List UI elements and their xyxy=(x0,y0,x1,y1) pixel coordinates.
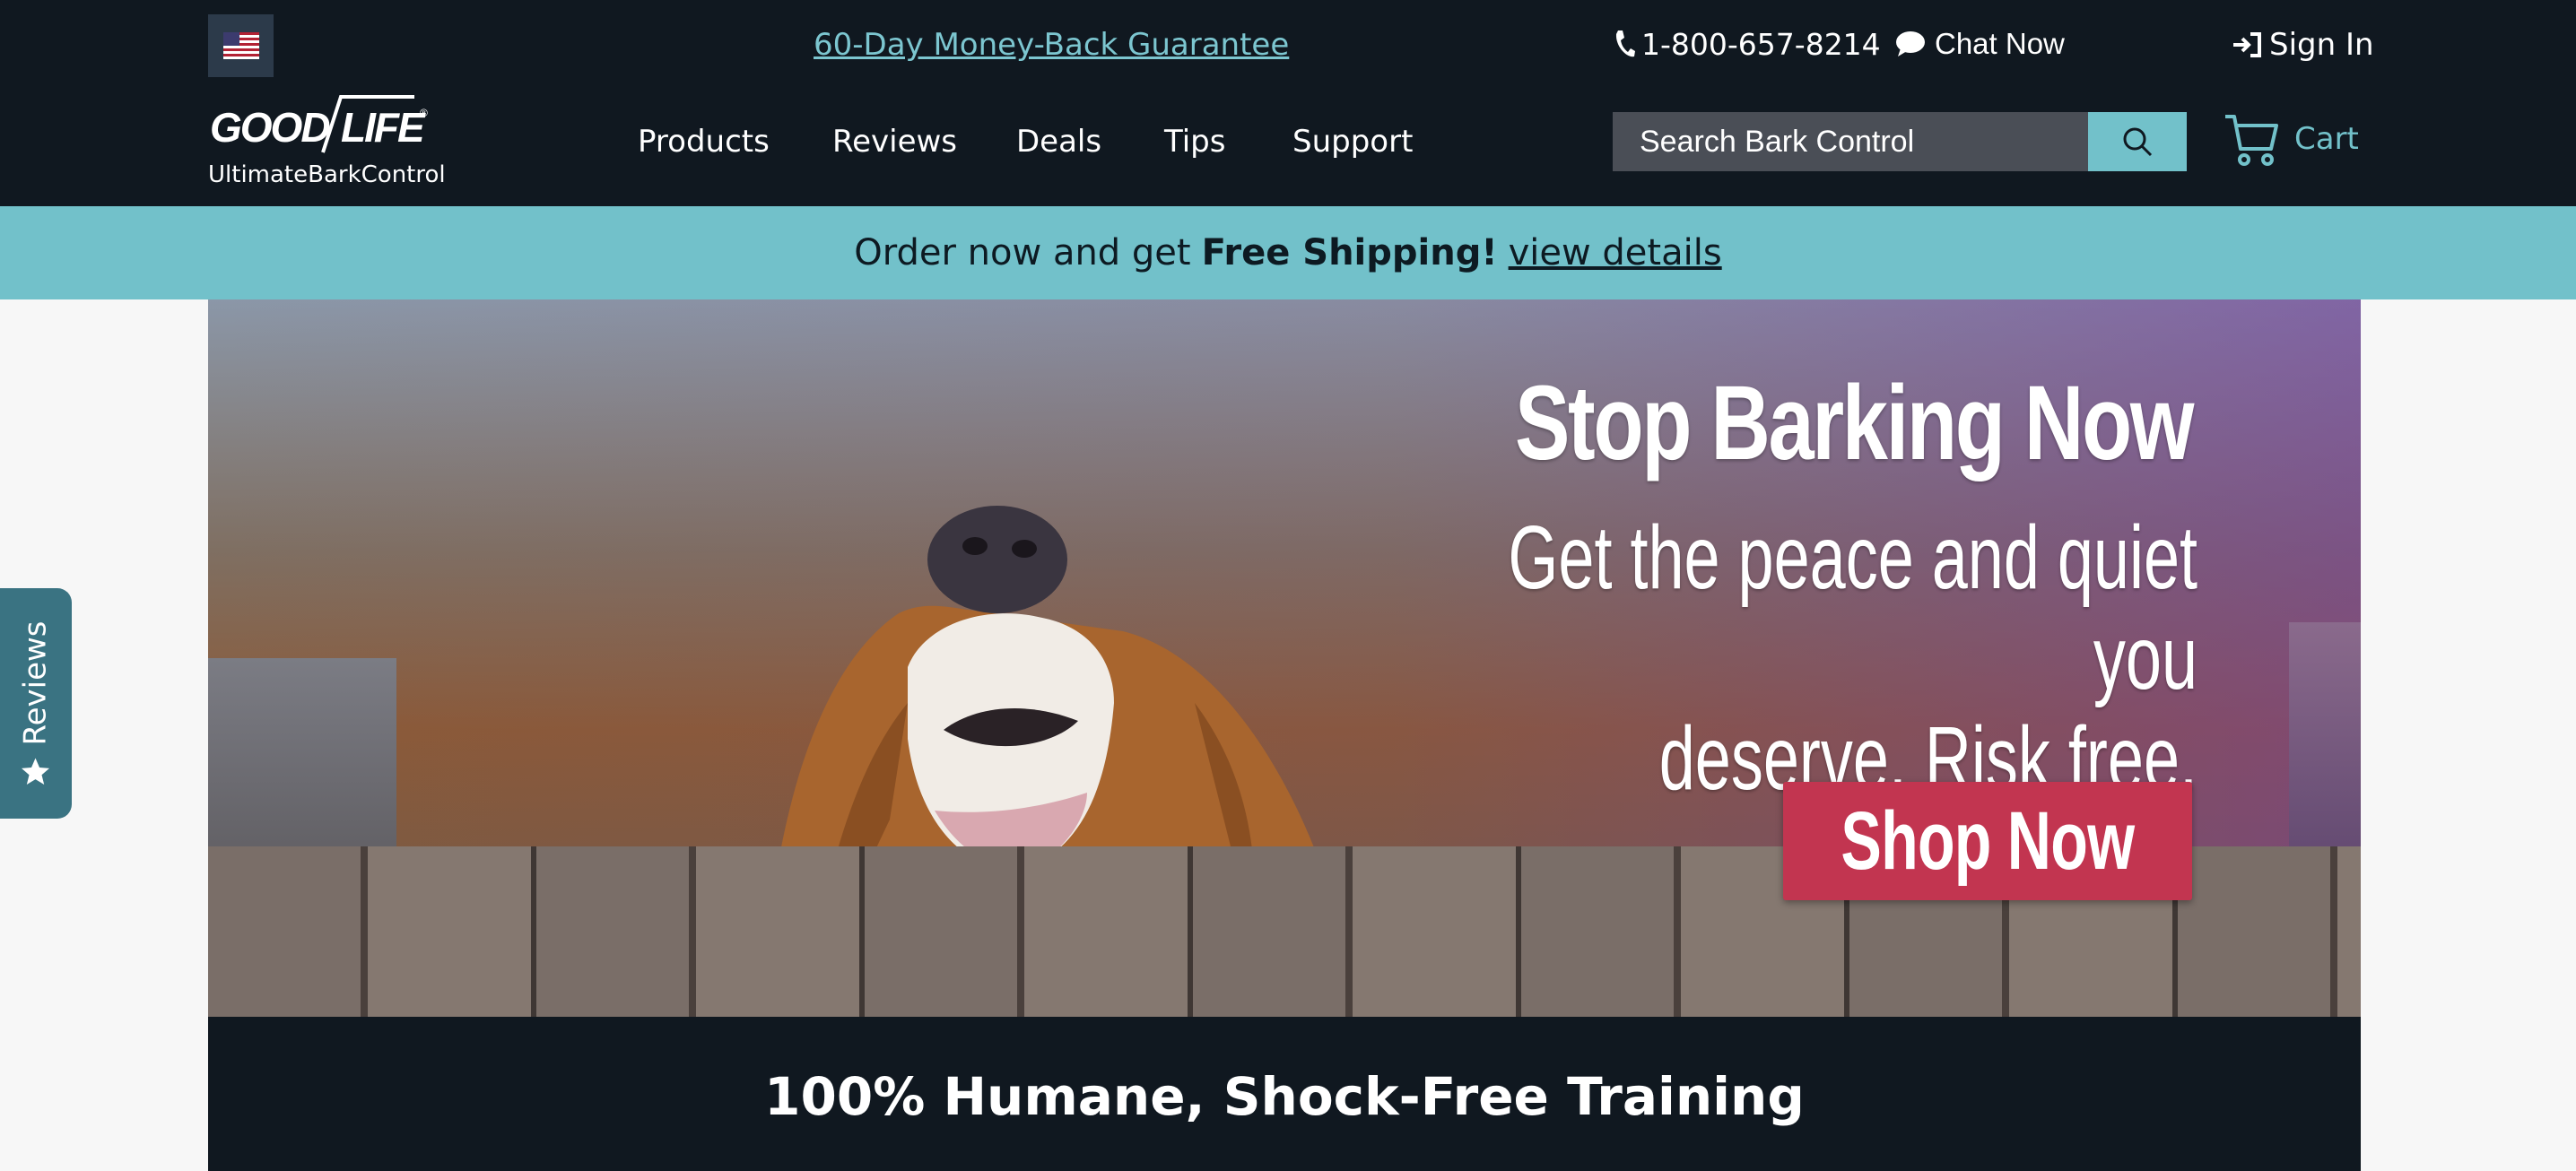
shop-now-button[interactable]: Shop Now xyxy=(1783,782,2192,900)
phone-number: 1-800-657-8214 xyxy=(1641,27,1881,62)
search-button[interactable] xyxy=(2088,112,2187,171)
hero-subtitle: Get the peace and quiet you deserve. Ris… xyxy=(1487,507,2197,809)
hero-title: Stop Barking Now xyxy=(1514,364,2194,482)
shop-now-label: Shop Now xyxy=(1841,794,2136,887)
phone-icon xyxy=(1615,30,1635,56)
promo-text: Order now and get xyxy=(854,232,1191,273)
chat-now-button[interactable]: Chat Now xyxy=(1895,27,2065,61)
nav-item-reviews[interactable]: Reviews xyxy=(832,124,957,160)
hero-subtitle-line-1: Get the peace and quiet you xyxy=(1508,507,2197,708)
phone-link[interactable]: 1-800-657-8214 xyxy=(1613,27,1881,62)
logo-tagline: UltimateBarkControl xyxy=(208,161,446,188)
svg-text:®: ® xyxy=(420,107,428,119)
logo-mark-icon: GOOD LIFE ® xyxy=(210,95,428,153)
view-details-link[interactable]: view details xyxy=(1509,232,1722,273)
reviews-tab-content: Reviews xyxy=(18,620,54,786)
cart-label: Cart xyxy=(2294,121,2359,157)
promo-banner: Order now and get Free Shipping! view de… xyxy=(0,206,2576,299)
sign-in-link[interactable]: Sign In xyxy=(2232,27,2374,63)
star-icon xyxy=(22,758,50,785)
reviews-side-tab[interactable]: Reviews xyxy=(0,588,72,819)
reviews-tab-label: Reviews xyxy=(18,620,54,746)
search-input[interactable] xyxy=(1613,112,2088,171)
top-header: 60-Day Money-Back Guarantee 1-800-657-82… xyxy=(0,0,2576,206)
hero-banner: Stop Barking Now Get the peace and quiet… xyxy=(208,299,2361,1017)
us-flag-icon[interactable] xyxy=(208,14,274,77)
nav-item-tips[interactable]: Tips xyxy=(1164,124,1225,160)
sign-in-icon xyxy=(2233,32,2261,57)
search-icon xyxy=(2123,127,2153,157)
nav-item-support[interactable]: Support xyxy=(1292,124,1413,160)
humane-training-text: 100% Humane, Shock-Free Training xyxy=(764,1066,1805,1127)
svg-text:GOOD: GOOD xyxy=(210,104,329,151)
svg-text:LIFE: LIFE xyxy=(341,104,426,151)
chat-now-label: Chat Now xyxy=(1935,27,2065,60)
nav-item-deals[interactable]: Deals xyxy=(1016,124,1101,160)
sign-in-label: Sign In xyxy=(2269,27,2374,63)
guarantee-link[interactable]: 60-Day Money-Back Guarantee xyxy=(814,27,1289,63)
cart-link[interactable]: Cart xyxy=(2223,109,2359,169)
humane-training-banner: 100% Humane, Shock-Free Training xyxy=(208,1017,2361,1171)
chat-bubble-icon xyxy=(1896,31,1925,56)
cart-icon xyxy=(2225,115,2278,166)
promo-highlight: Free Shipping! xyxy=(1201,232,1498,273)
nav-item-products[interactable]: Products xyxy=(638,124,770,160)
